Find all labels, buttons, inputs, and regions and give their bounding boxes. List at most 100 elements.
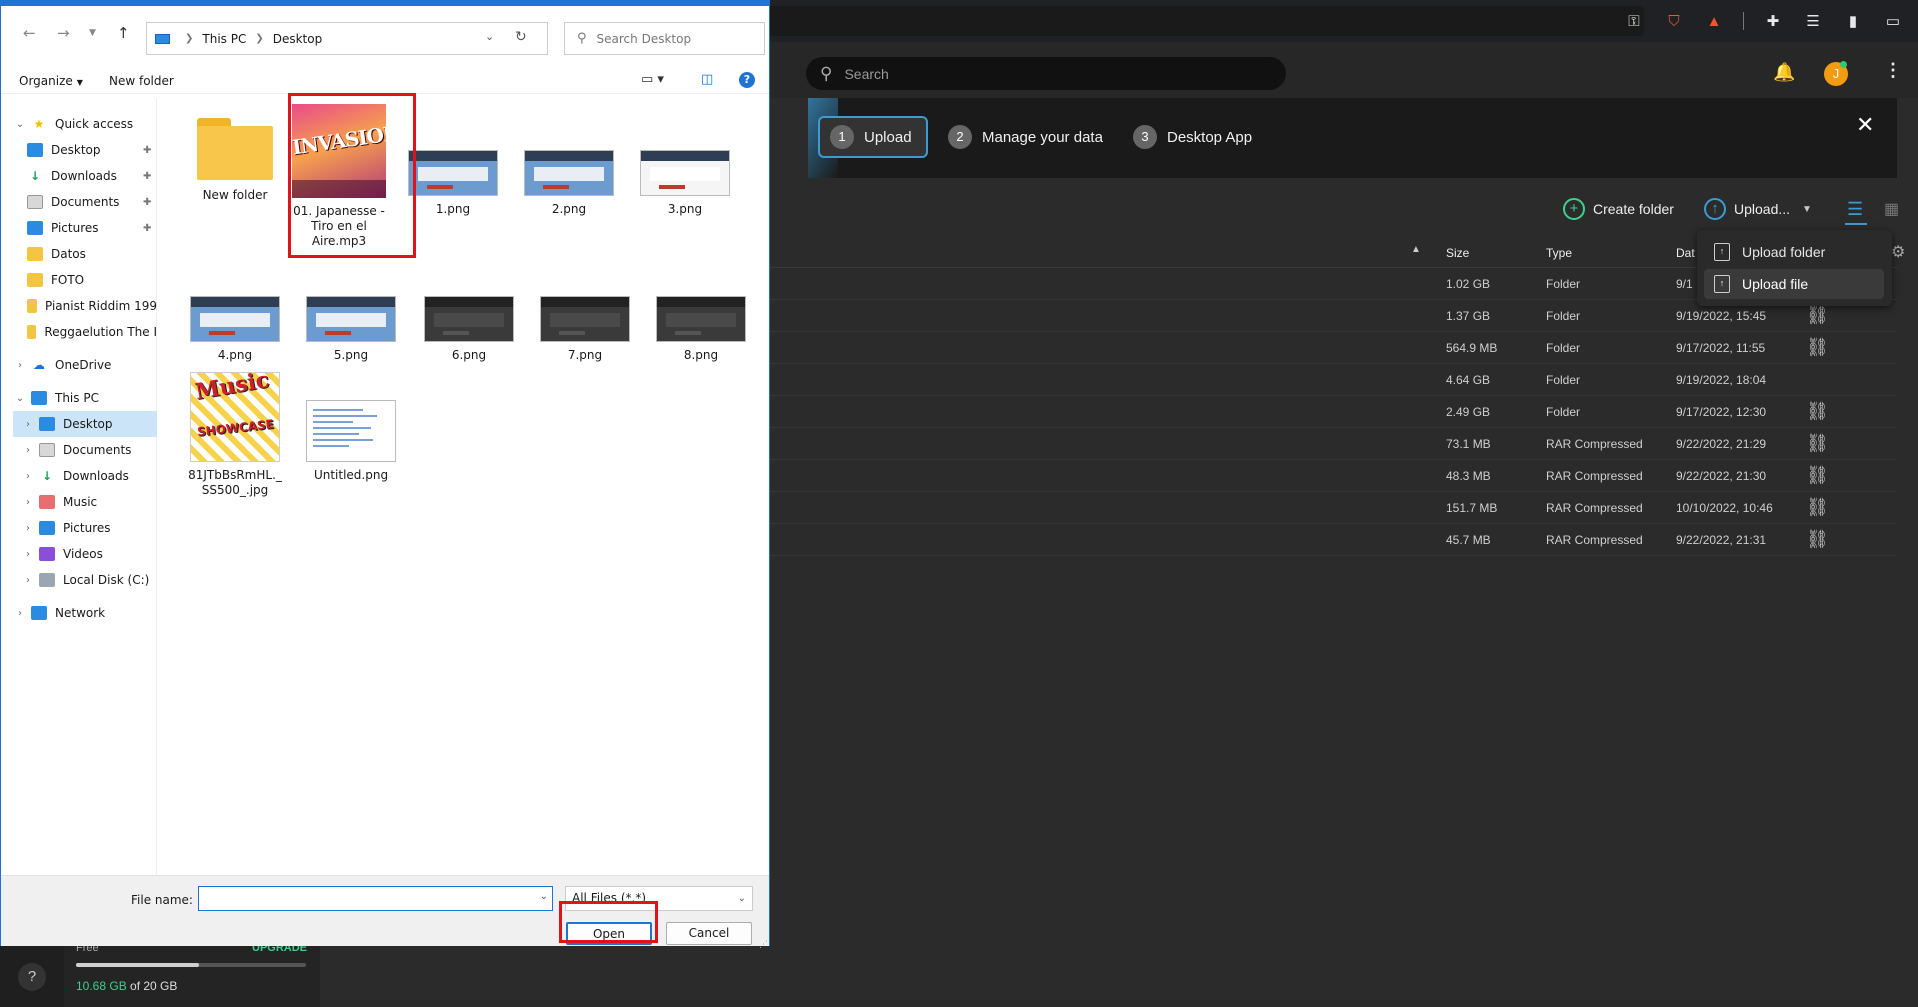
file-item-8-png[interactable]: 8.png <box>651 296 751 363</box>
nav-quick-access[interactable]: ⌄ ★ Quick access <box>13 111 133 137</box>
refresh-icon[interactable]: ↻ <box>515 29 527 45</box>
change-view-icon[interactable]: ▭ ▾ <box>641 72 664 87</box>
table-row[interactable]: 2.49 GB Folder 9/17/2022, 12:30 ⛓ <box>770 396 1897 428</box>
link-icon[interactable]: ⛓ <box>1806 497 1829 518</box>
address-bar[interactable]: ❯ This PC ❯ Desktop ⌄ ↻ <box>146 22 548 55</box>
upload-file-menu-item[interactable]: ↑ Upload file <box>1704 269 1884 299</box>
wallet-icon[interactable]: ▭ <box>1876 12 1910 30</box>
gear-icon[interactable]: ⚙ <box>1891 242 1905 262</box>
cell-date: 9/22/2022, 21:29 <box>1676 437 1767 451</box>
nav-pc-local-disk[interactable]: › Local Disk (C:) <box>21 567 149 593</box>
extensions-icon[interactable]: ✚ <box>1756 12 1790 30</box>
nav-qa-pictures[interactable]: Pictures ✚ <box>27 215 157 241</box>
nav-qa-foto[interactable]: FOTO <box>27 267 157 293</box>
cell-size: 151.7 MB <box>1446 501 1498 515</box>
recent-locations-icon[interactable]: ▼ <box>89 28 96 38</box>
nav-label: Pictures <box>63 521 111 535</box>
nav-pc-documents[interactable]: › Documents <box>21 437 131 463</box>
chevron-down-icon: ⌄ <box>737 893 746 904</box>
file-item-4-png[interactable]: 4.png <box>185 296 285 363</box>
file-name-input[interactable]: ⌄ <box>198 886 553 911</box>
upload-folder-menu-item[interactable]: ↑ Upload folder <box>1704 237 1884 267</box>
nav-pc-desktop[interactable]: › Desktop <box>13 411 157 437</box>
grid-view-icon[interactable]: ▦ <box>1884 199 1899 219</box>
nav-network[interactable]: › Network <box>13 600 105 626</box>
dialog-search-input[interactable]: ⚲ Search Desktop <box>564 22 765 55</box>
onboarding-step-manage[interactable]: 2 Manage your data <box>948 116 1103 158</box>
link-icon[interactable]: ⛓ <box>1806 529 1829 550</box>
file-item-2-png[interactable]: 2.png <box>519 150 619 217</box>
brave-rewards-icon[interactable]: ▲ <box>1697 13 1731 30</box>
file-item-3-png[interactable]: 3.png <box>635 150 735 217</box>
address-dropdown-icon[interactable]: ⌄ <box>485 30 494 43</box>
sidebar-icon[interactable]: ▮ <box>1836 12 1870 30</box>
breadcrumb-desktop[interactable]: Desktop <box>273 32 323 46</box>
nav-onedrive[interactable]: › ☁ OneDrive <box>13 352 111 378</box>
breadcrumb-this-pc[interactable]: This PC <box>202 32 246 46</box>
resize-grip-icon[interactable]: ⋰ <box>759 940 768 950</box>
upload-dropdown-menu: ↑ Upload folder ↑ Upload file <box>1697 230 1892 306</box>
table-row[interactable]: 48.3 MB RAR Compressed 9/22/2022, 21:30 ⛓ <box>770 460 1897 492</box>
table-row[interactable]: 45.7 MB RAR Compressed 9/22/2022, 21:31 ⛓ <box>770 524 1897 556</box>
column-size[interactable]: Size <box>1446 246 1469 260</box>
sort-ascending-icon[interactable]: ▲ <box>1411 244 1421 255</box>
nav-qa-documents[interactable]: Documents ✚ <box>27 189 157 215</box>
close-icon[interactable]: ✕ <box>1856 112 1874 138</box>
list-view-icon[interactable]: ☰ <box>1847 199 1869 220</box>
preview-pane-icon[interactable]: ◫ <box>701 72 713 87</box>
file-item-7-png[interactable]: 7.png <box>535 296 635 363</box>
file-item-new-folder[interactable]: New folder <box>185 114 285 203</box>
file-item-6-png[interactable]: 6.png <box>419 296 519 363</box>
file-item-untitled-png[interactable]: Untitled.png <box>301 400 401 483</box>
file-item-1-png[interactable]: 1.png <box>403 150 503 217</box>
bell-icon[interactable]: 🔔 <box>1773 62 1795 83</box>
link-icon[interactable]: ⛓ <box>1806 401 1829 422</box>
upload-button[interactable]: ↑ Upload... ▼ <box>1704 196 1812 222</box>
more-options-icon[interactable]: ⋮ <box>1884 60 1902 81</box>
highlight-selected-mp3 <box>288 93 416 258</box>
image-thumbnail <box>190 296 280 342</box>
pin-icon: ✚ <box>143 170 152 182</box>
chevron-down-icon[interactable]: ⌄ <box>540 891 548 902</box>
link-icon[interactable]: ⛓ <box>1806 465 1829 486</box>
key-icon[interactable]: ⚿ <box>1617 13 1651 30</box>
up-arrow-icon[interactable]: ↑ <box>117 24 130 42</box>
table-row[interactable]: 151.7 MB RAR Compressed 10/10/2022, 10:46 ⛓ <box>770 492 1897 524</box>
create-folder-button[interactable]: + Create folder <box>1563 196 1674 222</box>
nav-pc-pictures[interactable]: › Pictures <box>21 515 111 541</box>
help-icon[interactable]: ? <box>739 72 755 88</box>
nav-qa-datos[interactable]: Datos <box>27 241 157 267</box>
nav-qa-reggaelution[interactable]: Reggaelution The I <box>27 319 157 345</box>
link-icon[interactable]: ⛓ <box>1806 433 1829 454</box>
cancel-button[interactable]: Cancel <box>666 922 752 945</box>
nav-this-pc[interactable]: ⌄ This PC <box>13 385 99 411</box>
playlist-icon[interactable]: ☰ <box>1796 12 1830 30</box>
organize-button[interactable]: Organize ▼ <box>19 74 83 88</box>
browser-address-bar[interactable] <box>744 6 1644 36</box>
back-arrow-icon[interactable]: ← <box>23 24 36 42</box>
nav-qa-desktop[interactable]: Desktop ✚ <box>27 137 157 163</box>
nav-label: Local Disk (C:) <box>63 573 150 587</box>
link-icon[interactable]: ⛓ <box>1806 305 1829 326</box>
file-item-jpg[interactable]: Music SHOWCASE 81JTbBsRmHL._SS500_.jpg <box>185 372 285 498</box>
nav-qa-downloads[interactable]: ↓ Downloads ✚ <box>27 163 157 189</box>
table-row[interactable]: 73.1 MB RAR Compressed 9/22/2022, 21:29 ⛓ <box>770 428 1897 460</box>
forward-arrow-icon[interactable]: → <box>57 24 70 42</box>
nav-pc-music[interactable]: › Music <box>21 489 97 515</box>
onboarding-step-upload[interactable]: 1 Upload <box>818 116 928 158</box>
table-row[interactable]: 4.64 GB Folder 9/19/2022, 18:04 <box>770 364 1897 396</box>
app-search-input[interactable]: ⚲ Search <box>806 57 1286 90</box>
highlight-open-button <box>559 901 658 943</box>
nav-pc-videos[interactable]: › Videos <box>21 541 103 567</box>
brave-shield-icon[interactable]: ⛉ <box>1657 13 1691 30</box>
file-item-5-png[interactable]: 5.png <box>301 296 401 363</box>
table-row[interactable]: 564.9 MB Folder 9/17/2022, 11:55 ⛓ <box>770 332 1897 364</box>
link-icon[interactable]: ⛓ <box>1806 337 1829 358</box>
help-icon[interactable]: ? <box>18 963 46 991</box>
onboarding-step-desktop-app[interactable]: 3 Desktop App <box>1133 116 1252 158</box>
new-folder-button[interactable]: New folder <box>109 74 174 88</box>
column-date[interactable]: Dat <box>1676 246 1695 260</box>
nav-qa-pianist-riddim[interactable]: Pianist Riddim 199 <box>27 293 157 319</box>
nav-pc-downloads[interactable]: › ↓ Downloads <box>21 463 129 489</box>
column-type[interactable]: Type <box>1546 246 1572 260</box>
